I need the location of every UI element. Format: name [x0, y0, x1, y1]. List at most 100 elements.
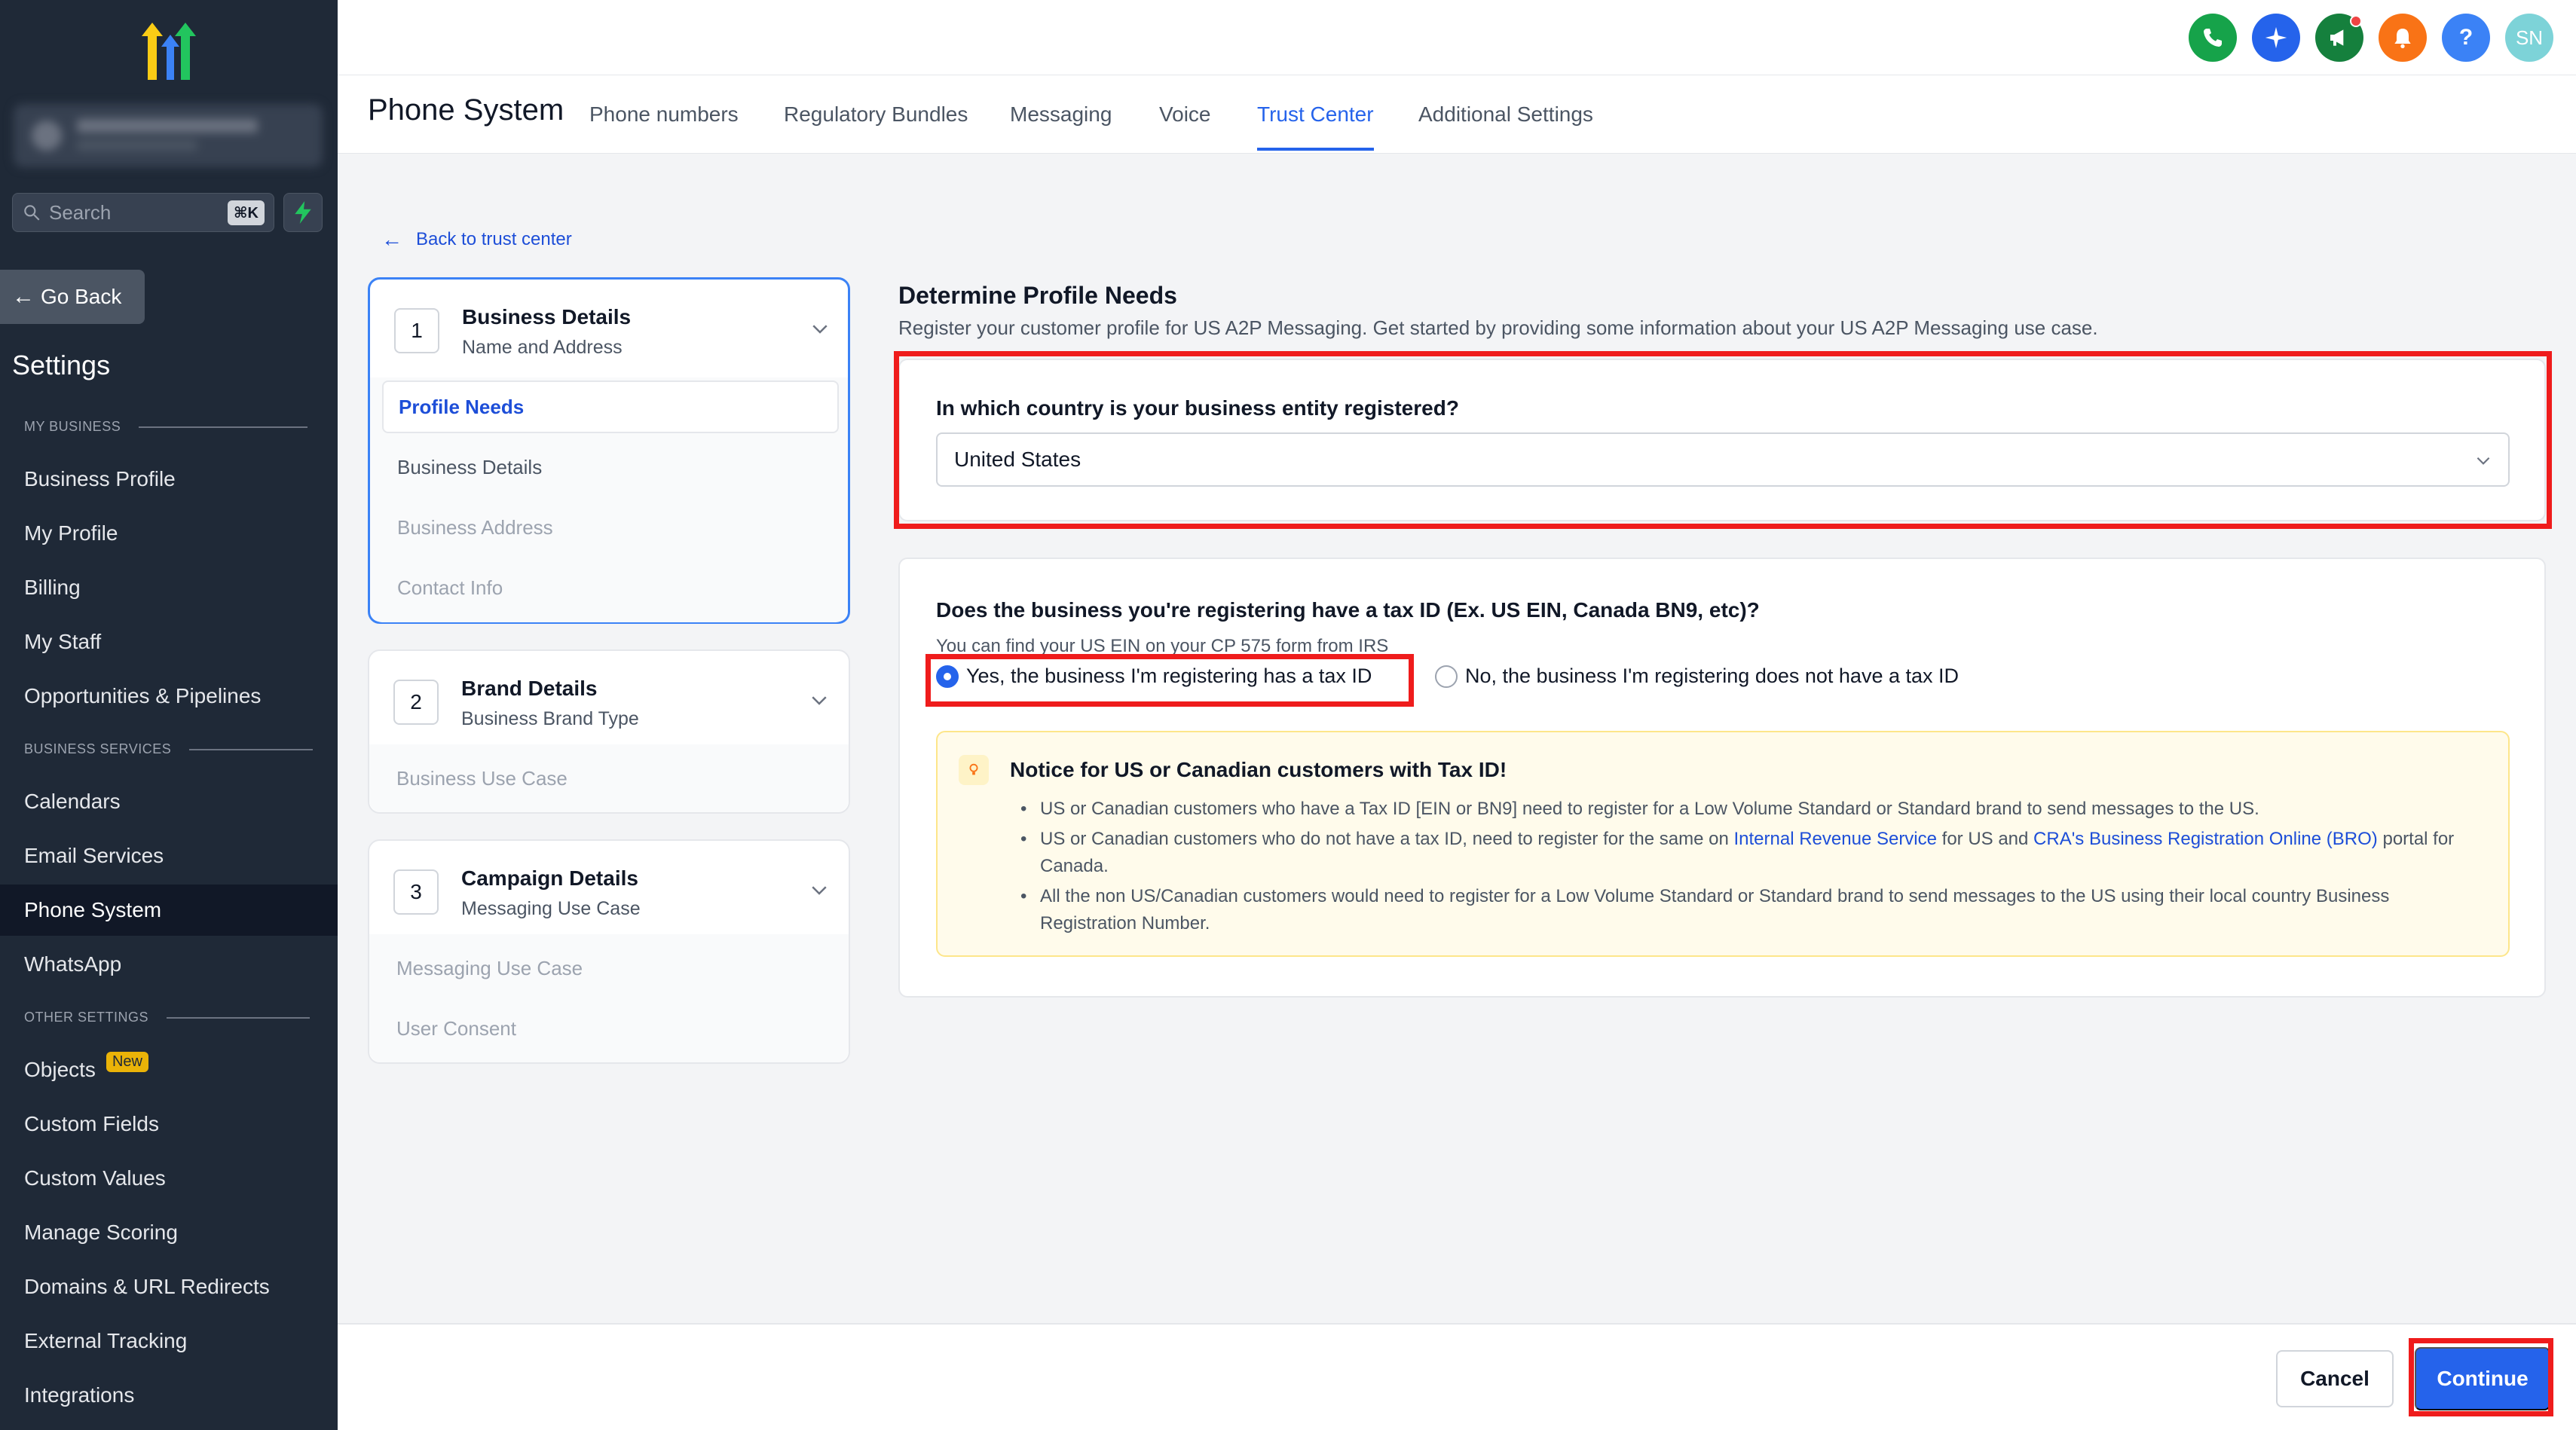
chevron-down-icon[interactable] [809, 317, 831, 340]
step-number: 2 [393, 680, 439, 725]
step-title: Brand Details [461, 677, 598, 700]
irs-link[interactable]: Internal Revenue Service [1734, 829, 1937, 849]
step-item-messaging-use-case[interactable]: Messaging Use Case [381, 942, 838, 995]
step-sub-list: Business Use Case [369, 744, 849, 812]
bell-icon[interactable] [2379, 14, 2427, 62]
go-back-label: Go Back [41, 285, 122, 308]
cra-bro-link[interactable]: CRA's Business Registration Online (BRO) [2033, 829, 2378, 849]
search-shortcut: ⌘K [228, 200, 265, 225]
tab-trust-center[interactable]: Trust Center [1257, 102, 1374, 151]
sidebar: Search ⌘K ← Go Back Settings MY BUSINESS… [0, 0, 338, 1430]
section-title: Determine Profile Needs [898, 282, 1177, 309]
step-item-business-address[interactable]: Business Address [382, 501, 839, 554]
step-header[interactable]: 2 Brand Details Business Brand Type [393, 674, 831, 734]
sidebar-item-custom-values[interactable]: Custom Values [0, 1153, 338, 1204]
sidebar-item-billing[interactable]: Billing [0, 562, 338, 613]
account-switcher[interactable] [14, 104, 323, 167]
tax-id-notice: Notice for US or Canadian customers with… [936, 731, 2510, 957]
step-title: Campaign Details [461, 866, 638, 890]
step-title: Business Details [462, 305, 632, 328]
cancel-button[interactable]: Cancel [2276, 1350, 2394, 1407]
sidebar-item-integrations[interactable]: Integrations [0, 1370, 338, 1421]
step-item-contact-info[interactable]: Contact Info [382, 561, 839, 614]
megaphone-icon[interactable] [2315, 14, 2363, 62]
settings-title: Settings [12, 350, 111, 380]
section-description: Register your customer profile for US A2… [898, 316, 2098, 339]
arrow-left-icon: ← [12, 284, 35, 309]
sidebar-item-business-profile[interactable]: Business Profile [0, 454, 338, 505]
help-icon[interactable]: ? [2442, 14, 2490, 62]
highlight-box-continue [2409, 1338, 2553, 1416]
tab-regulatory-bundles[interactable]: Regulatory Bundles [784, 102, 968, 148]
radio-no-indicator[interactable] [1435, 665, 1458, 688]
tax-id-question: Does the business you're registering hav… [936, 598, 1760, 622]
section-label-my-business: MY BUSINESS [24, 419, 308, 435]
lightning-icon [295, 201, 311, 224]
sidebar-item-opportunities[interactable]: Opportunities & Pipelines [0, 671, 338, 722]
search-icon [24, 205, 40, 221]
chevron-down-icon[interactable] [808, 878, 831, 901]
chevron-down-icon[interactable] [808, 689, 831, 711]
step-number: 3 [393, 869, 439, 915]
step-subtitle: Messaging Use Case [461, 898, 641, 919]
radio-no-label: No, the business I'm registering does no… [1465, 665, 1960, 687]
search-input[interactable]: Search ⌘K [12, 193, 274, 232]
sidebar-item-my-staff[interactable]: My Staff [0, 616, 338, 668]
step-card-business-details: 1 Business Details Name and Address Prof… [368, 277, 850, 624]
go-back-button[interactable]: ← Go Back [0, 270, 145, 324]
notice-item: US or Canadian customers who do not have… [1013, 826, 2490, 880]
notice-title: Notice for US or Canadian customers with… [1010, 758, 1507, 781]
highlight-box-yes-radio [925, 654, 1414, 707]
arrow-left-icon: ← [381, 228, 402, 251]
lightbulb-icon [959, 755, 989, 785]
tab-phone-numbers[interactable]: Phone numbers [589, 102, 739, 148]
notification-dot [2350, 15, 2362, 27]
tax-id-panel: Does the business you're registering hav… [898, 558, 2546, 998]
step-card-campaign-details: 3 Campaign Details Messaging Use Case Me… [368, 839, 850, 1064]
notice-list: US or Canadian customers who have a Tax … [1013, 796, 2490, 940]
avatar[interactable]: SN [2505, 14, 2553, 62]
footer-bar: Cancel Continue [338, 1323, 2576, 1430]
sidebar-item-domains[interactable]: Domains & URL Redirects [0, 1261, 338, 1312]
new-badge: New [106, 1051, 148, 1072]
tab-messaging[interactable]: Messaging [1010, 102, 1112, 148]
radio-no-tax-id[interactable]: No, the business I'm registering does no… [1435, 665, 1959, 688]
step-item-user-consent[interactable]: User Consent [381, 1002, 838, 1055]
notice-item: All the non US/Canadian customers would … [1013, 883, 2490, 937]
tab-additional-settings[interactable]: Additional Settings [1418, 102, 1593, 148]
step-subtitle: Business Brand Type [461, 708, 639, 729]
step-header[interactable]: 1 Business Details Name and Address [394, 302, 831, 362]
sidebar-item-custom-fields[interactable]: Custom Fields [0, 1098, 338, 1150]
step-item-business-use-case[interactable]: Business Use Case [381, 752, 838, 805]
phone-icon[interactable] [2189, 14, 2237, 62]
sidebar-item-calendars[interactable]: Calendars [0, 776, 338, 827]
step-sub-list: Messaging Use Case User Consent [369, 934, 849, 1062]
step-sub-list: Profile Needs Business Details Business … [370, 377, 848, 622]
step-item-profile-needs[interactable]: Profile Needs [382, 380, 839, 433]
sidebar-item-email-services[interactable]: Email Services [0, 830, 338, 882]
step-item-business-details[interactable]: Business Details [382, 441, 839, 493]
back-to-trust-center-link[interactable]: ← Back to trust center [381, 228, 572, 252]
sidebar-item-whatsapp[interactable]: WhatsApp [0, 939, 338, 990]
sidebar-item-manage-scoring[interactable]: Manage Scoring [0, 1207, 338, 1258]
sidebar-item-phone-system[interactable]: Phone System [0, 885, 338, 936]
step-header[interactable]: 3 Campaign Details Messaging Use Case [393, 863, 831, 924]
section-label-other-settings: OTHER SETTINGS [24, 1010, 311, 1025]
quick-action-button[interactable] [283, 193, 323, 232]
sidebar-item-external-tracking[interactable]: External Tracking [0, 1315, 338, 1367]
step-subtitle: Name and Address [462, 337, 623, 358]
sidebar-item-my-profile[interactable]: My Profile [0, 508, 338, 559]
section-label-business-services: BUSINESS SERVICES [24, 741, 314, 757]
page-header: Phone System Phone numbers Regulatory Bu… [338, 75, 2576, 154]
app-logo[interactable] [131, 20, 203, 83]
highlight-box-country [894, 351, 2552, 529]
notice-item: US or Canadian customers who have a Tax … [1013, 796, 2490, 823]
sidebar-item-objects[interactable]: Objects New [0, 1044, 338, 1095]
top-bar: ? SN [338, 0, 2576, 75]
search-placeholder: Search [49, 200, 112, 224]
tab-voice[interactable]: Voice [1159, 102, 1211, 148]
page-title: Phone System [368, 93, 564, 127]
step-number: 1 [394, 308, 439, 353]
step-card-brand-details: 2 Brand Details Business Brand Type Busi… [368, 649, 850, 814]
sparkle-icon[interactable] [2252, 14, 2300, 62]
